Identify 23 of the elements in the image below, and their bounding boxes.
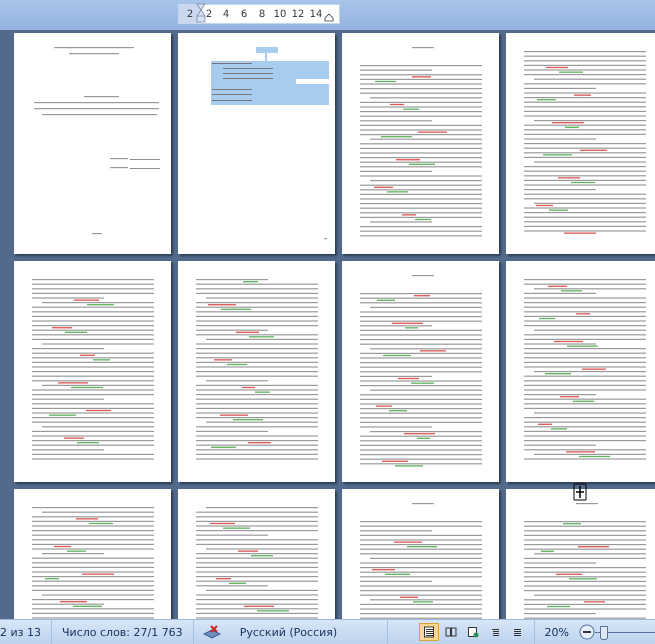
right-indent-icon[interactable] [324,13,334,22]
reading-layout-icon [444,626,457,638]
ruler-number: 8 [258,8,266,22]
view-button[interactable] [418,623,439,641]
ruler-number: 6 [240,8,248,22]
word-count[interactable]: Число слов: 27/1 763 [52,620,194,644]
ruler-number: 12 [290,8,306,22]
ruler-number: 14 [308,8,324,22]
ruler-number: 2 [204,8,214,22]
spelling-book-icon[interactable] [202,624,222,640]
language-indicator[interactable]: Русский (Россия) [230,620,388,644]
ruler-number: 10 [272,8,288,22]
zoom-slider-thumb[interactable] [600,626,608,640]
ruler-number: 4 [222,8,230,22]
zoom-out-icon[interactable] [579,624,595,640]
indent-marker-icon[interactable] [196,3,206,23]
ruler[interactable]: 2 2 4 6 8 10 12 14 [178,4,340,24]
print-layout-icon [422,626,435,638]
page-count[interactable]: 2 из 13 [0,620,52,644]
zoom-slider[interactable] [595,625,655,639]
resize-cursor-icon [573,483,587,501]
zoom-percent[interactable]: 20% [534,620,579,644]
web-layout-icon [466,626,479,638]
